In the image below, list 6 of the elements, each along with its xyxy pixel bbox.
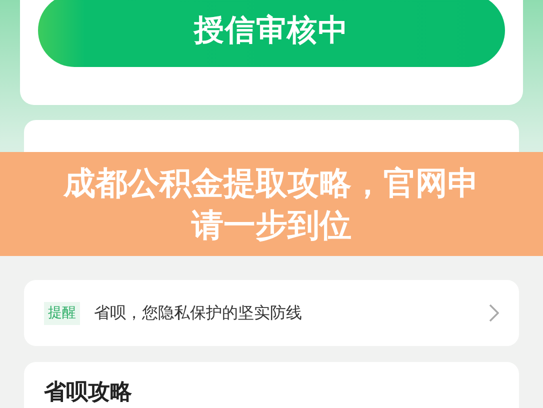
chevron-right-icon	[489, 304, 499, 322]
notice-tag: 提醒	[44, 302, 80, 324]
notice-text: 省呗，您隐私保护的坚实防线	[94, 302, 303, 324]
guide-title: 省呗攻略	[44, 380, 132, 405]
banner-title: 成都公积金提取攻略，官网申请一步到位	[62, 163, 480, 246]
notice-card[interactable]: 提醒 省呗，您隐私保护的坚实防线	[24, 280, 519, 346]
